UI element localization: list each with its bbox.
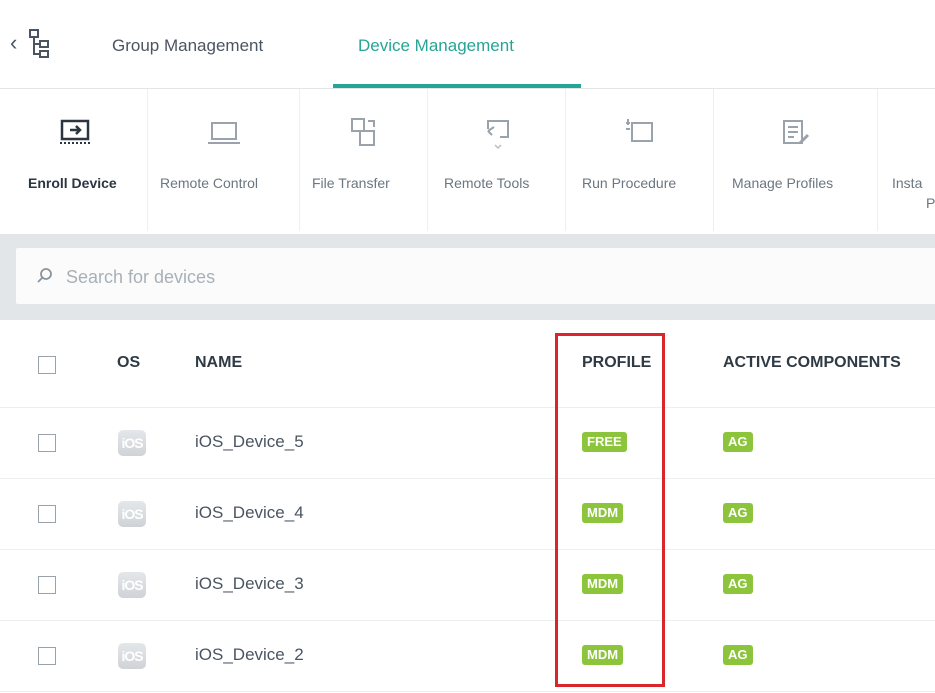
group-tree-toggle-button[interactable]: ‹ — [10, 24, 62, 64]
table-header: OS NAME PROFILE ACTIVE COMPONENTS — [0, 320, 935, 408]
install-sublabel: P — [926, 195, 935, 211]
enroll-device-icon — [60, 119, 92, 144]
enroll-device-button[interactable]: Enroll Device — [0, 89, 148, 231]
profile-badge: FREE — [582, 432, 627, 452]
row-checkbox[interactable] — [38, 505, 56, 523]
search-icon — [37, 268, 52, 283]
device-table: OS NAME PROFILE ACTIVE COMPONENTS iOS iO… — [0, 320, 935, 693]
row-checkbox[interactable] — [38, 647, 56, 665]
active-tab-indicator — [333, 84, 581, 88]
row-checkbox[interactable] — [38, 576, 56, 594]
monitor-icon — [208, 122, 240, 144]
table-row[interactable]: iOS iOS_Device_5 FREE AG — [0, 408, 935, 479]
device-name-link[interactable]: iOS_Device_3 — [195, 574, 304, 594]
table-row[interactable]: iOS iOS_Device_4 MDM AG — [0, 479, 935, 550]
device-name-link[interactable]: iOS_Device_2 — [195, 645, 304, 665]
ios-logo-icon: iOS — [118, 430, 146, 456]
top-tab-bar: ‹ Group Management Device Management — [0, 0, 935, 89]
install-button[interactable]: Insta P — [878, 89, 935, 231]
remote-tools-button[interactable]: Remote Tools — [428, 89, 566, 231]
run-procedure-label: Run Procedure — [582, 175, 677, 191]
manage-profiles-icon — [783, 120, 810, 145]
select-all-checkbox[interactable] — [38, 356, 56, 374]
column-header-os[interactable]: OS — [117, 354, 140, 372]
enroll-device-label: Enroll Device — [28, 175, 117, 191]
component-badge: AG — [723, 645, 753, 665]
file-transfer-button[interactable]: File Transfer — [300, 89, 428, 231]
device-toolbar: Enroll Device Remote Control File Transf… — [0, 89, 935, 234]
search-box — [16, 248, 935, 304]
column-header-profile[interactable]: PROFILE — [582, 354, 651, 372]
remote-tools-icon — [487, 120, 509, 150]
remote-control-button[interactable]: Remote Control — [148, 89, 300, 231]
tree-icon — [29, 29, 49, 58]
row-checkbox[interactable] — [38, 434, 56, 452]
component-badge: AG — [723, 574, 753, 594]
profile-badge: MDM — [582, 645, 624, 665]
remote-tools-label: Remote Tools — [444, 175, 530, 191]
profile-badge: MDM — [582, 503, 624, 523]
ios-logo-icon: iOS — [118, 501, 146, 527]
manage-profiles-button[interactable]: Manage Profiles — [714, 89, 878, 231]
chevron-left-icon: ‹ — [10, 30, 18, 55]
search-bar-container — [0, 234, 935, 320]
install-label: Insta — [892, 175, 923, 191]
tab-group-management[interactable]: Group Management — [112, 36, 263, 66]
run-procedure-icon — [626, 119, 653, 142]
device-name-link[interactable]: iOS_Device_4 — [195, 503, 304, 523]
ios-logo-icon: iOS — [118, 572, 146, 598]
search-input[interactable] — [64, 256, 668, 298]
tab-device-management[interactable]: Device Management — [358, 36, 514, 66]
table-row[interactable]: iOS iOS_Device_3 MDM AG — [0, 550, 935, 621]
run-procedure-button[interactable]: Run Procedure — [566, 89, 714, 231]
ios-logo-icon: iOS — [118, 643, 146, 669]
component-badge: AG — [723, 432, 753, 452]
file-transfer-icon — [351, 118, 375, 146]
manage-profiles-label: Manage Profiles — [732, 175, 834, 191]
profile-badge: MDM — [582, 574, 624, 594]
component-badge: AG — [723, 503, 753, 523]
device-name-link[interactable]: iOS_Device_5 — [195, 432, 304, 452]
table-row[interactable]: iOS iOS_Device_2 MDM AG — [0, 621, 935, 692]
remote-control-label: Remote Control — [160, 175, 259, 191]
column-header-active-components[interactable]: ACTIVE COMPONENTS — [723, 354, 901, 372]
column-header-name[interactable]: NAME — [195, 354, 242, 372]
file-transfer-label: File Transfer — [312, 175, 390, 191]
